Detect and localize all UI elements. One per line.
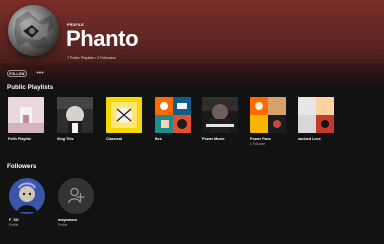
actions-bar — [0, 63, 384, 87]
playlist-card[interactable]: Feith Playlist — [8, 97, 51, 157]
follower-name: F_SD — [9, 218, 19, 222]
profile-name: Phanto — [66, 26, 139, 51]
playlist-cover[interactable] — [298, 97, 334, 133]
follower-card[interactable]: F_SD Profile — [8, 178, 50, 234]
playlist-card[interactable]: Bes — [155, 97, 198, 157]
playlist-subtitle: 1 Follower — [250, 142, 266, 146]
playlist-cover[interactable] — [155, 97, 191, 133]
playlist-card[interactable]: Sing This — [57, 97, 100, 157]
public-playlists-title: Public Playlists — [7, 84, 54, 91]
playlist-cover[interactable] — [57, 97, 93, 133]
follow-button[interactable]: FOLLOW — [7, 70, 27, 77]
profile-avatar-art — [8, 5, 59, 56]
followers-title: Followers — [7, 163, 37, 170]
playlist-cover[interactable] — [8, 97, 44, 133]
follower-name: mayamour — [58, 218, 78, 222]
playlist-card[interactable]: Classical — [106, 97, 149, 157]
playlist-card[interactable]: Power Fans 1 Follower — [250, 97, 293, 157]
follower-subtitle: Profile — [9, 223, 19, 227]
follower-avatar[interactable] — [58, 178, 94, 214]
playlist-name: Bes — [155, 137, 162, 141]
playlist-card[interactable]: Power Music — [202, 97, 245, 157]
playlist-name: Classical — [106, 137, 122, 141]
playlist-cover[interactable] — [202, 97, 238, 133]
playlist-card[interactable]: sunbed Love — [298, 97, 341, 157]
follower-card[interactable]: mayamour Profile — [57, 178, 99, 234]
playlist-cover[interactable] — [250, 97, 286, 133]
more-options-button[interactable]: ••• — [34, 70, 46, 77]
follower-avatar[interactable] — [9, 178, 45, 214]
playlist-name: sunbed Love — [298, 137, 321, 141]
follower-subtitle: Profile — [58, 223, 68, 227]
profile-avatar — [8, 5, 59, 56]
playlist-name: Feith Playlist — [8, 137, 31, 141]
profile-stats: 7 Public Playlists • 2 Followers — [67, 56, 116, 60]
playlist-name: Sing This — [57, 137, 74, 141]
playlist-name: Power Music — [202, 137, 225, 141]
playlist-name: Power Fans — [250, 137, 271, 141]
playlist-cover[interactable] — [106, 97, 142, 133]
